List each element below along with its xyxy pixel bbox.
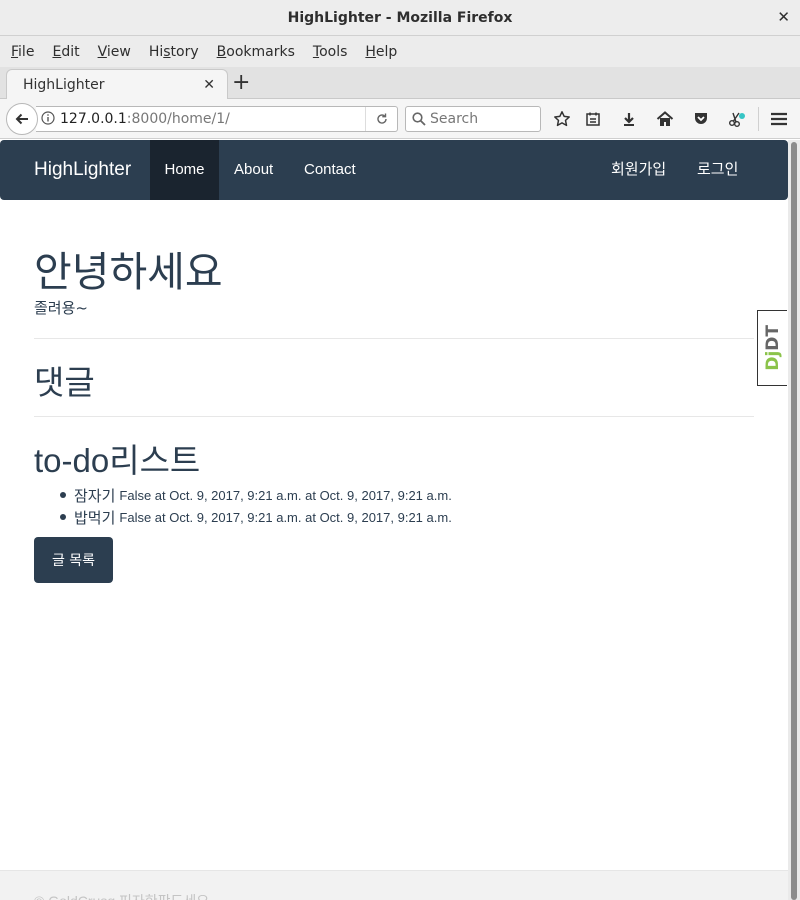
nav-home[interactable]: Home [150,140,219,200]
tab-strip: HighLighter ✕ + [0,67,800,99]
window-titlebar: HighLighter - Mozilla Firefox ✕ [0,0,800,36]
nav-signup[interactable]: 회원가입 [611,140,666,200]
url-text[interactable]: 127.0.0.1:8000/home/1/ [60,111,365,127]
tab-highlighter[interactable]: HighLighter ✕ [6,69,228,99]
todo-list: 잠자기 False at Oct. 9, 2017, 9:21 a.m. at … [60,484,452,528]
back-arrow-icon [15,113,28,125]
search-icon [412,112,426,126]
menu-bar: File Edit View History Bookmarks Tools H… [0,36,800,67]
menu-bookmarks[interactable]: Bookmarks [208,44,304,60]
menu-view[interactable]: View [89,44,140,60]
back-button[interactable] [6,103,38,135]
django-debug-toolbar-handle[interactable]: DjDT [757,310,787,386]
bullet-icon [60,514,66,520]
nav-login[interactable]: 로그인 [697,140,738,200]
download-icon[interactable] [617,107,641,131]
browser-toolbar: 127.0.0.1:8000/home/1/ [0,99,800,139]
reload-icon[interactable] [365,107,397,131]
todo-meta: False at Oct. 9, 2017, 9:21 a.m. at Oct.… [119,509,452,525]
toolbar-separator [758,107,759,131]
bookmarks-list-icon[interactable] [581,107,605,131]
todo-heading: to-do리스트 [34,442,201,479]
site-brand[interactable]: HighLighter [34,159,131,181]
scrollbar-thumb[interactable] [791,142,797,900]
page-title: 안녕하세요 [34,248,223,296]
site-navbar: HighLighter Home About Contact 회원가입 로그인 [0,140,788,200]
divider [34,338,754,339]
list-item: 밥먹기 False at Oct. 9, 2017, 9:21 a.m. at … [60,506,452,528]
info-icon[interactable] [36,110,60,128]
hamburger-menu-icon[interactable] [767,107,791,131]
menu-history[interactable]: History [140,44,208,60]
url-bar[interactable]: 127.0.0.1:8000/home/1/ [36,106,398,132]
tab-title: HighLighter [23,76,105,93]
bullet-icon [60,492,66,498]
divider [34,416,754,417]
footer: © GoldCrusg 피자한판드세요 [0,870,788,900]
nav-contact[interactable]: Contact [304,140,356,200]
list-item: 잠자기 False at Oct. 9, 2017, 9:21 a.m. at … [60,484,452,506]
todo-name: 밥먹기 [74,508,116,527]
djdt-label: DjDT [762,325,783,371]
footer-copyright: © GoldCrusg 피자한판드세요 [34,891,209,900]
page-scrollbar[interactable] [788,140,800,900]
todo-name: 잠자기 [74,486,116,505]
window-title: HighLighter - Mozilla Firefox [287,9,513,26]
menu-tools[interactable]: Tools [304,44,357,60]
home-icon[interactable] [653,107,677,131]
menu-help[interactable]: Help [356,44,406,60]
todo-meta: False at Oct. 9, 2017, 9:21 a.m. at Oct.… [119,487,452,503]
page-subtitle: 졸려용~ [34,299,88,317]
menu-file[interactable]: File [2,44,43,60]
search-input[interactable] [430,111,530,127]
nav-about[interactable]: About [234,140,273,200]
search-bar[interactable] [405,106,541,132]
screenshot-scissors-icon[interactable] [725,107,749,131]
menu-edit[interactable]: Edit [43,44,88,60]
tab-close-icon[interactable]: ✕ [203,77,215,93]
comments-heading: 댓글 [34,363,95,402]
post-list-button[interactable]: 글 목록 [34,537,113,583]
pocket-icon[interactable] [689,107,713,131]
page-content: HighLighter Home About Contact 회원가입 로그인 … [0,140,788,900]
bookmark-star-icon[interactable] [550,107,574,131]
new-tab-icon[interactable]: + [232,70,250,96]
window-close-icon[interactable]: ✕ [777,8,790,26]
